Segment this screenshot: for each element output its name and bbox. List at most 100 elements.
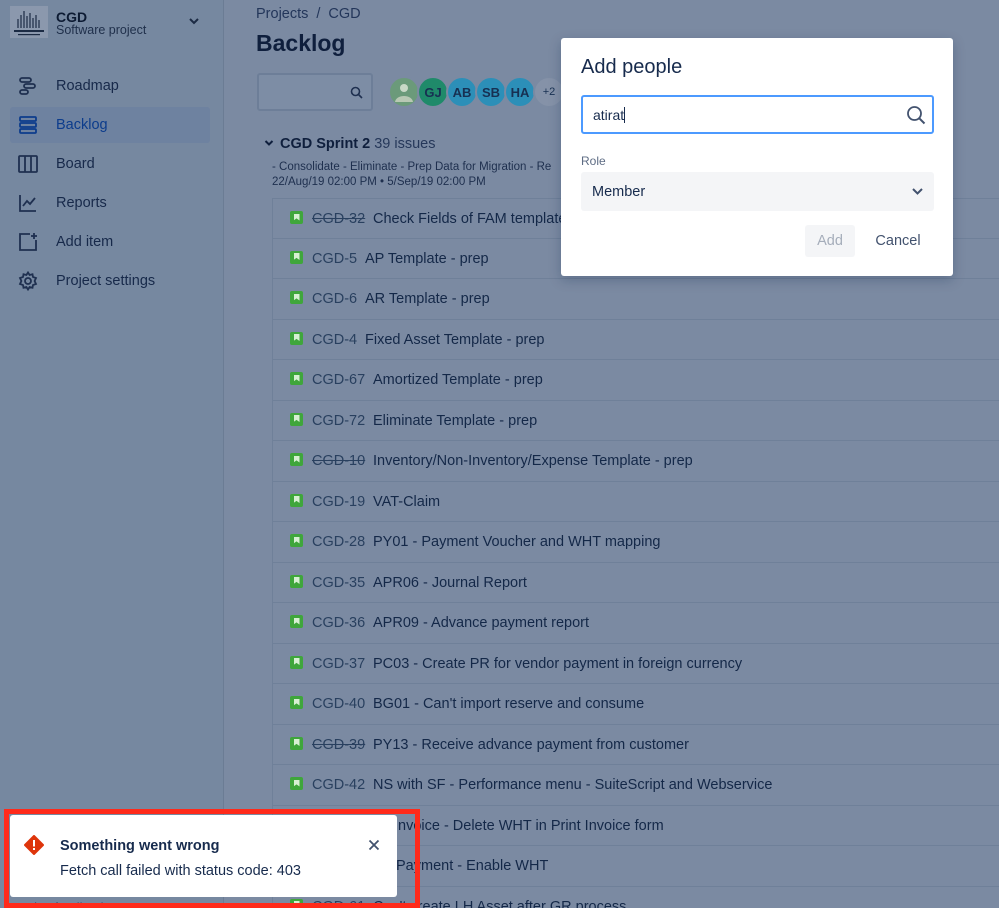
breadcrumb-project[interactable]: CGD	[328, 6, 360, 22]
issue-row[interactable]: CGD-42 NS with SF - Performance menu - Su…	[272, 765, 999, 806]
reports-icon	[19, 195, 36, 212]
add-item-icon	[19, 233, 37, 251]
avatar-photo-icon	[395, 84, 413, 102]
issue-row[interactable]: CGD-67 Amortized Template - prep	[272, 360, 999, 401]
issue-key[interactable]: CGD-36	[312, 615, 365, 631]
issue-summary: PC03 - Create PR for vendor payment in f…	[373, 655, 743, 672]
issue-key[interactable]: CGD-5	[312, 251, 357, 267]
breadcrumb: Projects / CGD	[256, 6, 361, 22]
issue-summary: APR09 - Advance payment report	[373, 615, 590, 631]
issue-key[interactable]: CGD-32	[312, 211, 365, 227]
issue-row[interactable]: CGD-36 APR09 - Advance payment report	[272, 603, 999, 644]
story-icon	[290, 574, 303, 588]
issue-row[interactable]: CGD-40 BG01 - Can't import reserve and co…	[272, 684, 999, 725]
issue-key[interactable]: CGD-10	[312, 453, 365, 469]
sidebar-item-label: Add item	[56, 234, 114, 250]
sidebar: CGD Software project Roadmap Backlog Boa…	[0, 0, 224, 908]
search-icon[interactable]	[906, 105, 926, 125]
issue-key[interactable]: CGD-37	[312, 656, 365, 672]
issue-summary: Fixed Asset Template - prep	[365, 331, 545, 348]
issue-key[interactable]: CGD-40	[312, 696, 365, 712]
story-icon	[290, 250, 303, 264]
cancel-button[interactable]: Cancel	[866, 225, 930, 257]
issue-row[interactable]: CGD-4 Fixed Asset Template - prep	[272, 319, 999, 360]
role-label: Role	[581, 154, 606, 168]
issue-key[interactable]: CGD-42	[312, 777, 365, 793]
sprint-dates: 22/Aug/19 02:00 PM • 5/Sep/19 02:00 PM	[272, 176, 486, 188]
error-flag: Something went wrong Fetch call failed w…	[10, 815, 397, 897]
avatar[interactable]: SB	[475, 76, 507, 108]
sprint-header[interactable]: CGD Sprint 2 39 issues	[264, 136, 436, 152]
backlog-search-input[interactable]	[257, 73, 373, 111]
project-switcher[interactable]: CGD Software project	[10, 6, 215, 42]
breadcrumb-separator: /	[316, 6, 321, 22]
add-button[interactable]: Add	[805, 225, 855, 257]
sidebar-item-reports[interactable]: Reports	[10, 185, 210, 221]
flag-description: Fetch call failed with status code: 403	[60, 863, 301, 879]
sidebar-item-label: Backlog	[56, 117, 108, 133]
error-icon	[24, 835, 44, 855]
issue-key[interactable]: CGD-19	[312, 494, 365, 510]
chevron-down-icon	[189, 18, 199, 25]
story-icon	[290, 615, 303, 628]
story-icon	[290, 291, 303, 304]
flag-title: Something went wrong	[60, 838, 220, 854]
sidebar-item-label: Project settings	[56, 273, 156, 289]
story-icon	[290, 211, 303, 224]
issue-key[interactable]: CGD-72	[312, 413, 365, 429]
issue-summary: BG01 - Can't import reserve and consume	[373, 696, 645, 712]
issue-row[interactable]: CGD-35 APR06 - Journal Report	[272, 562, 999, 603]
issue-row[interactable]: CGD-10 Inventory/Non-Inventory/Expense Te…	[272, 441, 999, 482]
issue-list: CGD-32 Check Fields of FAM template CGD-5 A…	[272, 198, 999, 908]
issue-row[interactable]: CGD-19 VAT-Claim	[272, 481, 999, 522]
breadcrumb-projects[interactable]: Projects	[256, 6, 308, 22]
issue-summary: AP Template - prep	[365, 250, 489, 267]
issue-row[interactable]: CGD-28 PY01 - Payment Voucher and WHT map…	[272, 522, 999, 563]
people-search-input[interactable]: atirat	[581, 95, 934, 134]
avatar[interactable]	[388, 76, 420, 108]
issue-key[interactable]: CGD-35	[312, 575, 365, 591]
issue-summary: nvoice - Delete WHT in Print Invoice for…	[398, 817, 664, 834]
avatar[interactable]: AB	[446, 76, 478, 108]
text-caret	[624, 107, 626, 123]
issue-summary: NS with SF - Performance menu - SuiteScr…	[373, 777, 773, 793]
people-search-value: atirat	[593, 107, 625, 123]
role-select[interactable]: Member	[581, 172, 934, 211]
backlog-icon	[19, 116, 37, 134]
board-icon	[18, 155, 38, 173]
issue-key[interactable]: CGD-39	[312, 737, 365, 753]
avatar[interactable]: GJ	[417, 76, 449, 108]
sidebar-item-board[interactable]: Board	[10, 146, 210, 182]
issue-row[interactable]: CGD-37 PC03 - Create PR for vendor paymen…	[272, 643, 999, 684]
story-icon	[290, 331, 303, 345]
story-icon	[290, 696, 303, 709]
sidebar-item-project-settings[interactable]: Project settings	[10, 263, 210, 299]
issue-key[interactable]: CGD-4	[312, 332, 357, 348]
dialog-title: Add people	[581, 56, 683, 78]
issue-row[interactable]: CGD-39 PY13 - Receive advance payment fro…	[272, 724, 999, 765]
issue-key[interactable]: CGD-67	[312, 372, 365, 388]
sidebar-item-backlog[interactable]: Backlog	[10, 107, 210, 143]
sidebar-item-add-item[interactable]: Add item	[10, 224, 210, 260]
issue-key[interactable]: CGD-28	[312, 534, 365, 550]
issue-summary: VAT-Claim	[373, 493, 441, 510]
issue-summary: Eliminate Template - prep	[373, 412, 538, 429]
close-icon[interactable]	[367, 838, 381, 852]
issue-summary: Amortized Template - prep	[373, 372, 543, 388]
search-icon	[350, 86, 363, 99]
issue-row[interactable]: CGD-72 Eliminate Template - prep	[272, 400, 999, 441]
avatar[interactable]: HA	[504, 76, 536, 108]
project-logo	[10, 6, 48, 38]
sidebar-item-roadmap[interactable]: Roadmap	[10, 68, 210, 104]
chevron-down-icon	[912, 188, 923, 195]
role-select-value: Member	[592, 184, 646, 200]
story-icon	[290, 372, 303, 385]
issue-summary: APR06 - Journal Report	[373, 574, 527, 591]
project-type: Software project	[56, 23, 147, 37]
issue-row[interactable]: CGD-6 AR Template - prep	[272, 279, 999, 320]
story-icon	[290, 412, 303, 426]
sprint-issue-count: 39 issues	[374, 136, 436, 152]
issue-key[interactable]: CGD-6	[312, 291, 357, 307]
roadmap-icon	[19, 77, 36, 95]
issue-summary: AR Template - prep	[365, 291, 490, 307]
